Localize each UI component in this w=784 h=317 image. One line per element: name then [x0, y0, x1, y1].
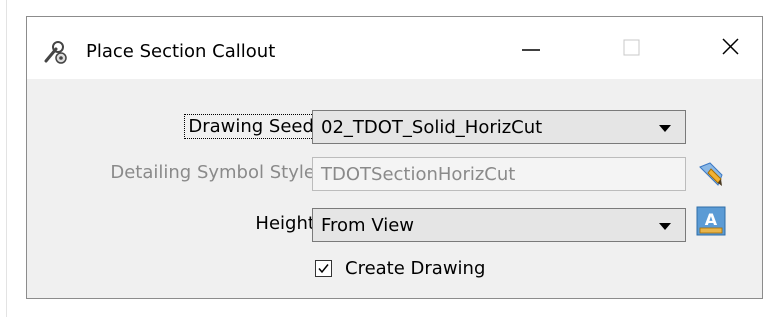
checkmark-icon	[318, 264, 329, 274]
detailing-symbol-style-value: TDOTSectionHorizCut	[321, 164, 516, 185]
place-section-callout-dialog: Place Section Callout Drawing Seed: 02_T…	[26, 16, 763, 299]
maximize-button[interactable]	[607, 27, 655, 69]
drawing-seed-dropdown[interactable]: 02_TDOT_Solid_HorizCut	[312, 110, 686, 144]
create-drawing-checkbox[interactable]	[315, 260, 332, 277]
height-dropdown[interactable]: From View	[312, 208, 686, 242]
tools-gear-icon	[43, 39, 69, 65]
close-button[interactable]	[707, 27, 755, 69]
minimize-icon	[522, 49, 540, 51]
drawing-seed-label: Drawing Seed:	[184, 114, 324, 139]
height-value: From View	[321, 215, 415, 236]
detailing-symbol-style-field: TDOTSectionHorizCut	[312, 157, 686, 191]
svg-text:A: A	[705, 210, 718, 229]
minimize-button[interactable]	[507, 27, 555, 69]
page-edge-line	[6, 0, 7, 317]
text-height-icon[interactable]: A	[696, 206, 726, 236]
title-bar[interactable]: Place Section Callout	[27, 17, 762, 79]
pencil-eraser-icon[interactable]	[696, 159, 726, 189]
drawing-seed-value: 02_TDOT_Solid_HorizCut	[321, 117, 543, 138]
window-title: Place Section Callout	[86, 41, 276, 62]
chevron-down-icon	[659, 125, 671, 132]
create-drawing-label: Create Drawing	[345, 258, 486, 279]
detailing-symbol-style-label: Detailing Symbol Style:	[110, 162, 321, 183]
chevron-down-icon	[659, 223, 671, 230]
close-icon	[722, 38, 739, 55]
maximize-icon	[623, 39, 640, 56]
